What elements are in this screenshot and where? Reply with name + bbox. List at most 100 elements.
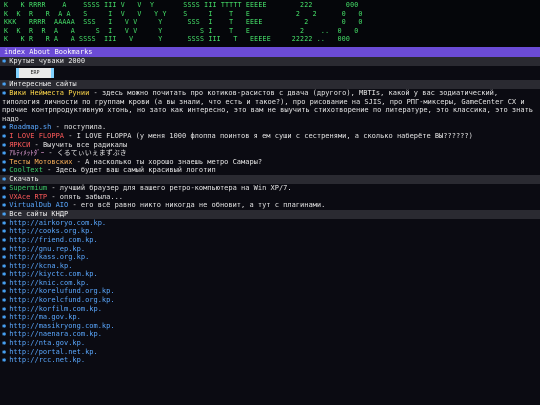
kndr-site-link[interactable]: http://kiyctc.com.kp. (9, 270, 98, 278)
list-item: ✱ Supermium - лучший браузер для вашего р… (0, 184, 540, 193)
list-item: ✱ ЯРКСИ - Выучить все радикалы (0, 141, 540, 150)
kndr-site-link[interactable]: http://airkoryo.com.kp. (9, 219, 106, 227)
kndr-site-link[interactable]: http://kass.org.kp. (9, 253, 89, 261)
kndr-site-link[interactable]: http://gnu.rep.kp. (9, 245, 85, 253)
list-item: ✱ ｱﾙﾃｨﾒｯﾄﾀﾞｰ - くるてぃいぇまずぶき (0, 149, 540, 158)
nav-bookmarks-link[interactable]: Bookmarks (55, 48, 93, 56)
top-nav: index About Bookmarks (0, 47, 540, 57)
nav-index-link[interactable]: index (4, 48, 25, 56)
site-description: - Здесь будет ваш самый красивый логотип (42, 166, 216, 175)
list-item: ✱ http://masikryong.com.kp. (0, 322, 540, 331)
list-item: ✱ CoolText - Здесь будет ваш самый красив… (0, 166, 540, 175)
site-link[interactable]: CoolText (9, 166, 43, 174)
star-icon: ✱ (2, 304, 7, 313)
star-icon: ✱ (2, 356, 7, 365)
star-icon: ✱ (2, 123, 7, 132)
star-icon: ✱ (2, 339, 7, 348)
kndr-site-link[interactable]: http://portal.net.kp. (9, 348, 98, 356)
star-icon: ✱ (2, 244, 7, 253)
list-item: ✱ http://korelufund.org.kp. (0, 287, 540, 296)
list-item: ✱ http://cooks.org.kp. (0, 227, 540, 236)
list-item: ✱ http://kiyctc.com.kp. (0, 270, 540, 279)
site-description: - А насколько ты хорошо знаешь метро Сам… (72, 157, 263, 166)
list-item: ✱ http://airkoryo.com.kp. (0, 219, 540, 228)
list-item: ✱ http://rcc.net.kp. (0, 356, 540, 365)
kndr-list: ✱ http://airkoryo.com.kp. ✱ http://cooks.or… (0, 219, 540, 365)
site-link[interactable]: ｱﾙﾃｨﾒｯﾄﾀﾞｰ (9, 149, 44, 157)
banner-line: K K R R A A S I V V Y Y S I T E 2 2 0 0 (4, 9, 363, 18)
star-icon: ✱ (2, 201, 7, 210)
star-icon: ✱ (2, 183, 7, 192)
kndr-site-link[interactable]: http://kcna.kp. (9, 262, 72, 270)
site-description: - くるてぃいぇまずぶき (44, 149, 127, 158)
star-icon: ✱ (2, 131, 7, 140)
star-icon: ✱ (2, 209, 7, 218)
ascii-banner: K K RRRR A SSSS III V V Y SSSS III TTTTT… (0, 0, 540, 47)
cool-logos: ERP (0, 66, 540, 80)
star-icon: ✱ (2, 253, 7, 262)
site-link[interactable]: Roadmap.sh (9, 123, 51, 131)
star-icon: ✱ (2, 157, 7, 166)
list-item: ✱ Roadmap.sh - поступила. (0, 123, 540, 132)
list-item: ✱ http://kass.org.kp. (0, 253, 540, 262)
banner-line: K K RRRR A SSSS III V V Y SSSS III TTTTT… (4, 1, 359, 9)
banner-line: KKK RRRR AAAAA SSS I V V Y SSS I T EEEE … (4, 18, 363, 27)
site-description: - I LOVE FLOPPA (у меня 1000 флоппа поин… (64, 131, 473, 140)
list-item: ✱ http://gnu.rep.kp. (0, 245, 540, 254)
section-header-interesting: ✱ Интересные сайты (0, 80, 540, 89)
star-icon: ✱ (2, 261, 7, 270)
list-item: ✱ http://naenara.com.kp. (0, 330, 540, 339)
banner-line: K K R R A A S I V V Y S I T E 2 .. 0 0 (4, 26, 359, 35)
list-item: ✱ http://knic.com.kp. (0, 279, 540, 288)
site-link[interactable]: Вики Нейместа Рунии (9, 89, 89, 97)
site-description: - Выучить все радикалы (30, 140, 128, 149)
site-link[interactable]: Тесты Мотовских (9, 158, 72, 166)
list-item: ✱ I LOVE FLOPPA - I LOVE FLOPPA (у меня 1… (0, 132, 540, 141)
download-list: ✱ Supermium - лучший браузер для вашего р… (0, 184, 540, 210)
star-icon: ✱ (2, 57, 7, 65)
star-icon: ✱ (2, 227, 7, 236)
star-icon: ✱ (2, 287, 7, 296)
section-header-cool: ✱ Крутые чуваки 2000 (0, 57, 540, 66)
list-item: ✱ http://korelcfund.org.kp. (0, 296, 540, 305)
nav-about-link[interactable]: About (29, 48, 50, 56)
star-icon: ✱ (2, 330, 7, 339)
list-item: ✱ http://ma.gov.kp. (0, 313, 540, 322)
kndr-site-link[interactable]: http://knic.com.kp. (9, 279, 89, 287)
star-icon: ✱ (2, 218, 7, 227)
site-link[interactable]: VirtualDub AIO (9, 201, 68, 209)
kndr-site-link[interactable]: http://korelufund.org.kp. (9, 287, 114, 295)
list-item: ✱ Вики Нейместа Рунии - здесь можно почит… (0, 89, 540, 123)
star-icon: ✱ (2, 313, 7, 322)
star-icon: ✱ (2, 296, 7, 305)
star-icon: ✱ (2, 174, 7, 183)
kndr-site-link[interactable]: http://naenara.com.kp. (9, 330, 102, 338)
kndr-site-link[interactable]: http://cooks.org.kp. (9, 227, 93, 235)
list-item: ✱ Тесты Мотовских - А насколько ты хорошо… (0, 158, 540, 167)
kndr-site-link[interactable]: http://korfilm.com.kp. (9, 305, 102, 313)
interesting-list: ✱ Вики Нейместа Рунии - здесь можно почит… (0, 89, 540, 175)
list-item: ✱ http://portal.net.kp. (0, 348, 540, 357)
star-icon: ✱ (2, 347, 7, 356)
section-header-kndr: ✱ Все сайты КНДР (0, 209, 540, 219)
site-description: - поступила. (51, 123, 107, 132)
kndr-site-link[interactable]: http://rcc.net.kp. (9, 356, 85, 364)
section-header-download: ✱ Скачать (0, 174, 540, 184)
site-button-logo[interactable]: ERP (16, 68, 54, 78)
site-link[interactable]: ЯРКСИ (9, 141, 30, 149)
kndr-site-link[interactable]: http://masikryong.com.kp. (9, 322, 114, 330)
star-icon: ✱ (2, 166, 7, 175)
site-link[interactable]: Supermium (9, 184, 47, 192)
site-link[interactable]: VXAce RTP (9, 193, 47, 201)
site-description: - лучший браузер для вашего ретро-компью… (47, 183, 292, 192)
star-icon: ✱ (2, 235, 7, 244)
site-description: - его всё равно никто никогда не обновит… (68, 201, 326, 210)
list-item: ✱ VirtualDub AIO - его всё равно никто ни… (0, 201, 540, 210)
star-icon: ✱ (2, 140, 7, 149)
site-link[interactable]: I LOVE FLOPPA (9, 132, 64, 140)
kndr-site-link[interactable]: http://ma.gov.kp. (9, 313, 81, 321)
kndr-site-link[interactable]: http://friend.com.kp. (9, 236, 98, 244)
star-icon: ✱ (2, 321, 7, 330)
kndr-site-link[interactable]: http://korelcfund.org.kp. (9, 296, 114, 304)
kndr-site-link[interactable]: http://nta.gov.kp. (9, 339, 85, 347)
